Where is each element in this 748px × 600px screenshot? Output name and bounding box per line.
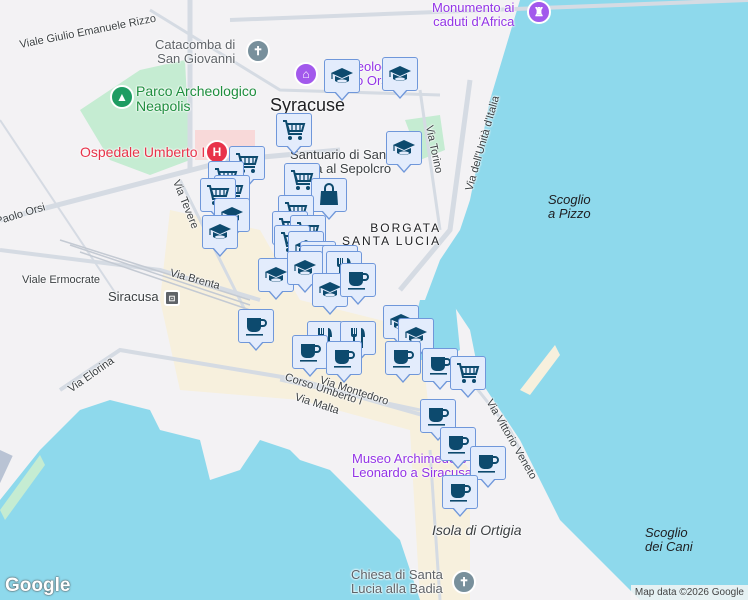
park-pin-icon[interactable]: ▲ [110,85,134,109]
google-logo: Google [5,575,71,596]
monument-pin-icon[interactable]: ♜ [527,0,551,24]
coffee-cup-icon [346,268,370,292]
label-ortigia: Isola di Ortigia [432,522,522,538]
map-marker-cup[interactable] [238,309,274,343]
label-ospedale[interactable]: Ospedale Umberto I [80,145,205,160]
graduation-cap-icon [330,64,354,88]
shopping-cart-icon [456,361,480,385]
coffee-cup-icon [476,451,500,475]
sea-east [425,0,748,600]
label-chiesa-lucia[interactable]: Chiesa di Santa Lucia alla Badia [351,568,443,595]
graduation-cap-icon [264,263,288,287]
map-marker-grad[interactable] [386,131,422,165]
graduation-cap-icon [392,136,416,160]
shopping-bag-icon [317,183,341,207]
label-catacomba[interactable]: Catacomba di San Giovanni [155,38,235,65]
map-attribution[interactable]: Map data ©2026 Google [630,585,748,600]
coffee-cup-icon [448,480,472,504]
map-marker-cup[interactable] [385,341,421,375]
map-marker-bag[interactable] [311,178,347,212]
coffee-cup-icon [298,340,322,364]
coffee-cup-icon [391,346,415,370]
shopping-cart-icon [282,118,306,142]
label-monument[interactable]: Monumento ai caduti d'Africa [432,1,514,28]
label-borgata: BORGATA SANTA LUCIA [342,221,442,248]
church-pin-icon[interactable]: ✝ [452,570,476,594]
coffee-cup-icon [446,432,470,456]
map-marker-cup[interactable] [292,335,328,369]
map-marker-grad[interactable] [202,215,238,249]
map-marker-cup[interactable] [326,341,362,375]
coffee-cup-icon [426,404,450,428]
coffee-cup-icon [428,353,452,377]
label-station[interactable]: Siracusa [108,290,159,304]
label-scoglio-pizzo: Scoglio a Pizzo [548,192,591,221]
graduation-cap-icon [318,278,342,302]
graduation-cap-icon [208,220,232,244]
map-marker-cup[interactable] [340,263,376,297]
map-marker-grad[interactable] [382,57,418,91]
cross-pin-icon[interactable]: ✝ [246,39,270,63]
coffee-cup-icon [332,346,356,370]
museum-pin-icon[interactable]: ⌂ [294,62,318,86]
label-scoglio-cani: Scoglio dei Cani [645,525,693,554]
map-marker-cup[interactable] [442,475,478,509]
map-marker-cart[interactable] [450,356,486,390]
map-marker-cart[interactable] [276,113,312,147]
graduation-cap-icon [388,62,412,86]
coffee-cup-icon [244,314,268,338]
train-station-icon[interactable]: ⊡ [164,290,180,306]
label-parco[interactable]: Parco Archeologico Neapolis [136,84,257,114]
map-marker-grad[interactable] [324,59,360,93]
label-viale-ermocrate: Viale Ermocrate [22,274,101,286]
